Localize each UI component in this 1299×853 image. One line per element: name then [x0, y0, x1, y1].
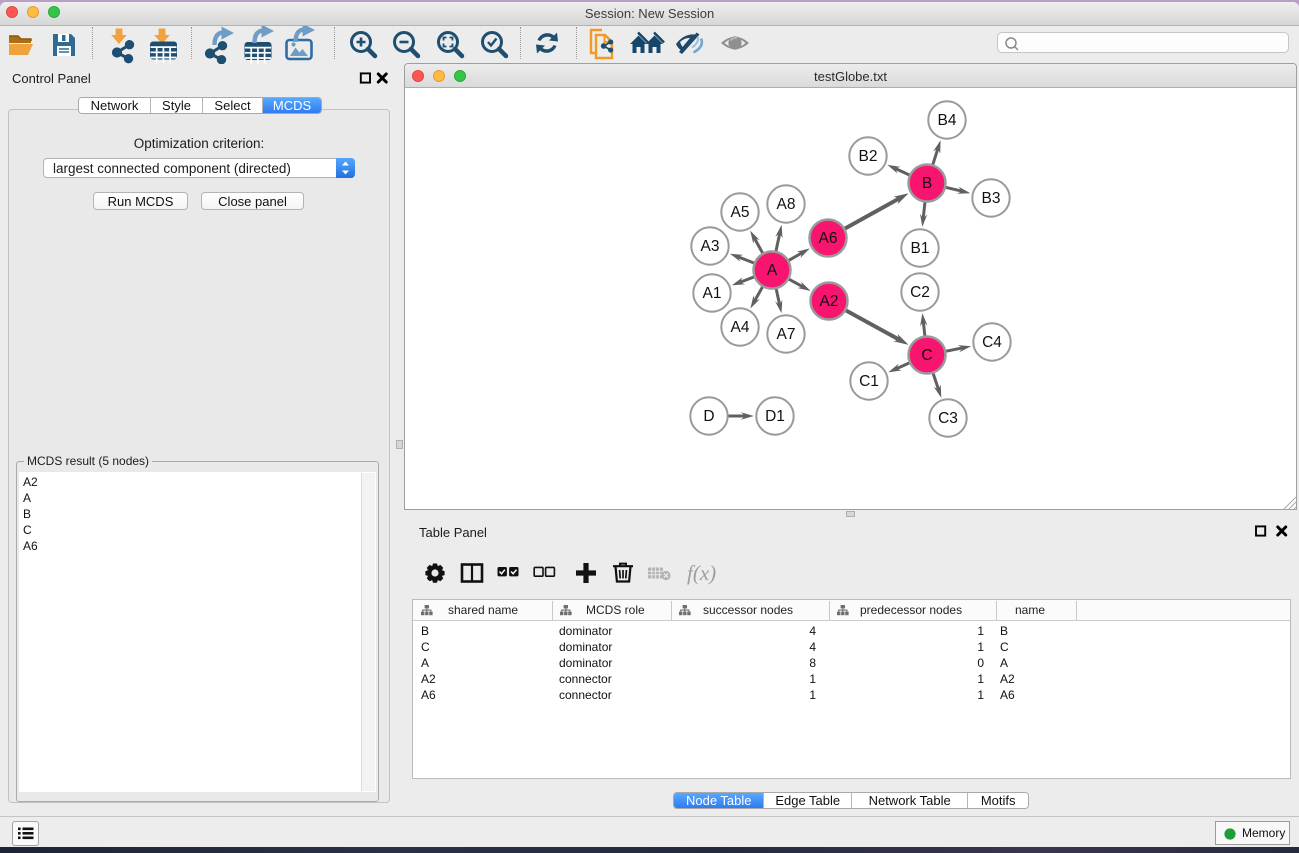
svg-text:D: D — [703, 408, 714, 425]
svg-text:A8: A8 — [777, 196, 796, 213]
svg-text:f(x): f(x) — [687, 561, 716, 585]
svg-text:B: B — [922, 175, 932, 192]
svg-text:C2: C2 — [910, 284, 930, 301]
svg-text:A6: A6 — [819, 230, 838, 247]
svg-text:D1: D1 — [765, 408, 785, 425]
svg-text:A: A — [767, 262, 778, 279]
svg-text:A4: A4 — [731, 319, 750, 336]
svg-text:A2: A2 — [820, 293, 839, 310]
svg-text:B2: B2 — [859, 148, 878, 165]
svg-text:A5: A5 — [731, 204, 750, 221]
svg-text:A1: A1 — [703, 285, 722, 302]
svg-text:A7: A7 — [777, 326, 796, 343]
svg-text:C1: C1 — [859, 373, 879, 390]
svg-text:A3: A3 — [701, 238, 720, 255]
svg-text:B1: B1 — [911, 240, 930, 257]
svg-text:B3: B3 — [982, 190, 1001, 207]
svg-text:B4: B4 — [938, 112, 957, 129]
svg-text:C4: C4 — [982, 334, 1002, 351]
svg-text:C: C — [921, 347, 932, 364]
svg-text:C3: C3 — [938, 410, 958, 427]
